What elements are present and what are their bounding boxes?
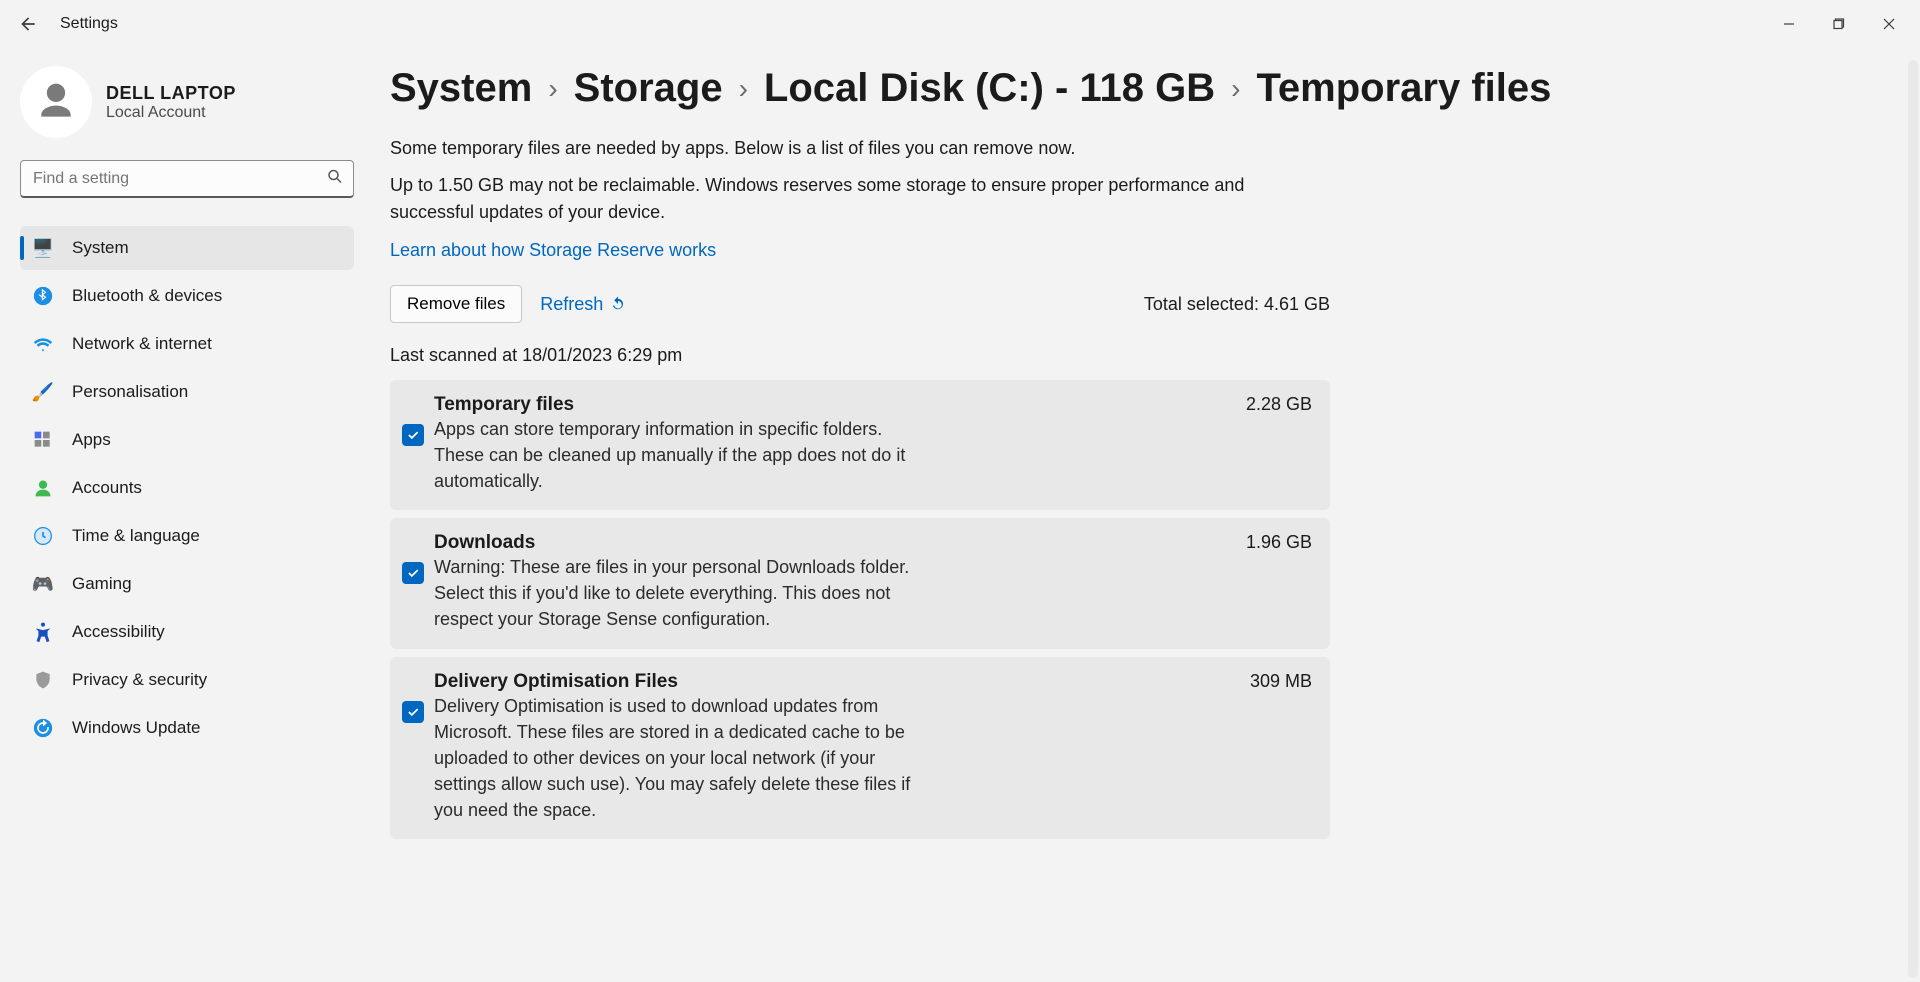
sidebar-item-label: Windows Update <box>72 718 201 738</box>
file-category-card: Downloads 1.96 GB Warning: These are fil… <box>390 518 1330 648</box>
sidebar-item-accessibility[interactable]: Accessibility <box>20 610 354 654</box>
checkbox-temporary-files[interactable] <box>402 424 424 446</box>
back-button[interactable] <box>8 4 48 44</box>
sidebar-item-label: Accessibility <box>72 622 165 642</box>
storage-reserve-link[interactable]: Learn about how Storage Reserve works <box>390 240 716 261</box>
last-scanned: Last scanned at 18/01/2023 6:29 pm <box>390 345 1330 366</box>
clock-icon <box>32 525 54 547</box>
chevron-right-icon: › <box>1231 73 1240 105</box>
wifi-icon <box>32 333 54 355</box>
sidebar-item-apps[interactable]: Apps <box>20 418 354 462</box>
scrollbar[interactable] <box>1908 60 1918 978</box>
system-icon: 🖥️ <box>32 237 54 259</box>
file-category-card: Delivery Optimisation Files 309 MB Deliv… <box>390 657 1330 839</box>
close-button[interactable] <box>1866 8 1912 40</box>
refresh-label: Refresh <box>540 294 603 315</box>
paint-icon: 🖌️ <box>32 381 54 403</box>
profile-name: DELL LAPTOP <box>106 83 236 104</box>
search-wrap <box>20 160 354 198</box>
person-icon <box>34 80 78 124</box>
profile-block[interactable]: DELL LAPTOP Local Account <box>20 66 354 138</box>
sidebar-item-label: Time & language <box>72 526 200 546</box>
chevron-right-icon: › <box>739 73 748 105</box>
sidebar-item-network[interactable]: Network & internet <box>20 322 354 366</box>
checkbox-downloads[interactable] <box>402 562 424 584</box>
sidebar-item-label: Gaming <box>72 574 132 594</box>
sidebar-item-label: Accounts <box>72 478 142 498</box>
sidebar: DELL LAPTOP Local Account 🖥️ System Blue… <box>0 48 370 982</box>
titlebar: Settings <box>0 0 1920 48</box>
close-icon <box>1883 18 1895 30</box>
sidebar-item-label: System <box>72 238 129 258</box>
avatar <box>20 66 92 138</box>
minimize-icon <box>1783 18 1795 30</box>
checkbox-delivery-optimisation[interactable] <box>402 701 424 723</box>
window-controls <box>1766 8 1912 40</box>
update-icon <box>32 717 54 739</box>
bluetooth-icon <box>32 285 54 307</box>
breadcrumb: System › Storage › Local Disk (C:) - 118… <box>390 66 1880 111</box>
sidebar-item-privacy[interactable]: Privacy & security <box>20 658 354 702</box>
sidebar-item-time[interactable]: Time & language <box>20 514 354 558</box>
maximize-button[interactable] <box>1816 8 1862 40</box>
accessibility-icon <box>32 621 54 643</box>
search-input[interactable] <box>20 160 354 198</box>
page-title: Temporary files <box>1256 66 1551 111</box>
main-content: System › Storage › Local Disk (C:) - 118… <box>370 48 1920 982</box>
sidebar-nav: 🖥️ System Bluetooth & devices Network & … <box>20 226 354 750</box>
sidebar-item-label: Network & internet <box>72 334 212 354</box>
sidebar-item-personalisation[interactable]: 🖌️ Personalisation <box>20 370 354 414</box>
profile-type: Local Account <box>106 104 236 122</box>
card-size: 1.96 GB <box>1246 532 1312 553</box>
shield-icon <box>32 669 54 691</box>
sidebar-item-bluetooth[interactable]: Bluetooth & devices <box>20 274 354 318</box>
card-title: Delivery Optimisation Files <box>434 671 678 693</box>
card-title: Temporary files <box>434 394 574 416</box>
total-selected: Total selected: 4.61 GB <box>1144 294 1330 315</box>
intro-paragraph-2: Up to 1.50 GB may not be reclaimable. Wi… <box>390 172 1330 226</box>
check-icon <box>406 428 420 442</box>
card-size: 2.28 GB <box>1246 394 1312 415</box>
card-size: 309 MB <box>1250 671 1312 692</box>
accounts-icon <box>32 477 54 499</box>
back-arrow-icon <box>18 14 38 34</box>
card-description: Warning: These are files in your persona… <box>434 554 934 632</box>
search-icon <box>326 168 344 191</box>
sidebar-item-update[interactable]: Windows Update <box>20 706 354 750</box>
card-description: Apps can store temporary information in … <box>434 416 934 494</box>
intro-paragraph-1: Some temporary files are needed by apps.… <box>390 135 1330 162</box>
sidebar-item-gaming[interactable]: 🎮 Gaming <box>20 562 354 606</box>
refresh-icon <box>609 295 627 313</box>
minimize-button[interactable] <box>1766 8 1812 40</box>
sidebar-item-label: Apps <box>72 430 111 450</box>
sidebar-item-label: Personalisation <box>72 382 188 402</box>
card-title: Downloads <box>434 532 535 554</box>
maximize-icon <box>1833 18 1845 30</box>
refresh-button[interactable]: Refresh <box>540 294 627 315</box>
breadcrumb-system[interactable]: System <box>390 66 532 111</box>
breadcrumb-disk[interactable]: Local Disk (C:) - 118 GB <box>764 66 1215 111</box>
action-row: Remove files Refresh Total selected: 4.6… <box>390 285 1330 323</box>
sidebar-item-system[interactable]: 🖥️ System <box>20 226 354 270</box>
sidebar-item-label: Privacy & security <box>72 670 207 690</box>
check-icon <box>406 705 420 719</box>
check-icon <box>406 566 420 580</box>
app-title: Settings <box>60 15 118 33</box>
chevron-right-icon: › <box>548 73 557 105</box>
file-category-card: Temporary files 2.28 GB Apps can store t… <box>390 380 1330 510</box>
remove-files-button[interactable]: Remove files <box>390 285 522 323</box>
breadcrumb-storage[interactable]: Storage <box>574 66 723 111</box>
sidebar-item-label: Bluetooth & devices <box>72 286 222 306</box>
gaming-icon: 🎮 <box>32 573 54 595</box>
sidebar-item-accounts[interactable]: Accounts <box>20 466 354 510</box>
apps-icon <box>32 429 54 451</box>
card-description: Delivery Optimisation is used to downloa… <box>434 693 934 823</box>
